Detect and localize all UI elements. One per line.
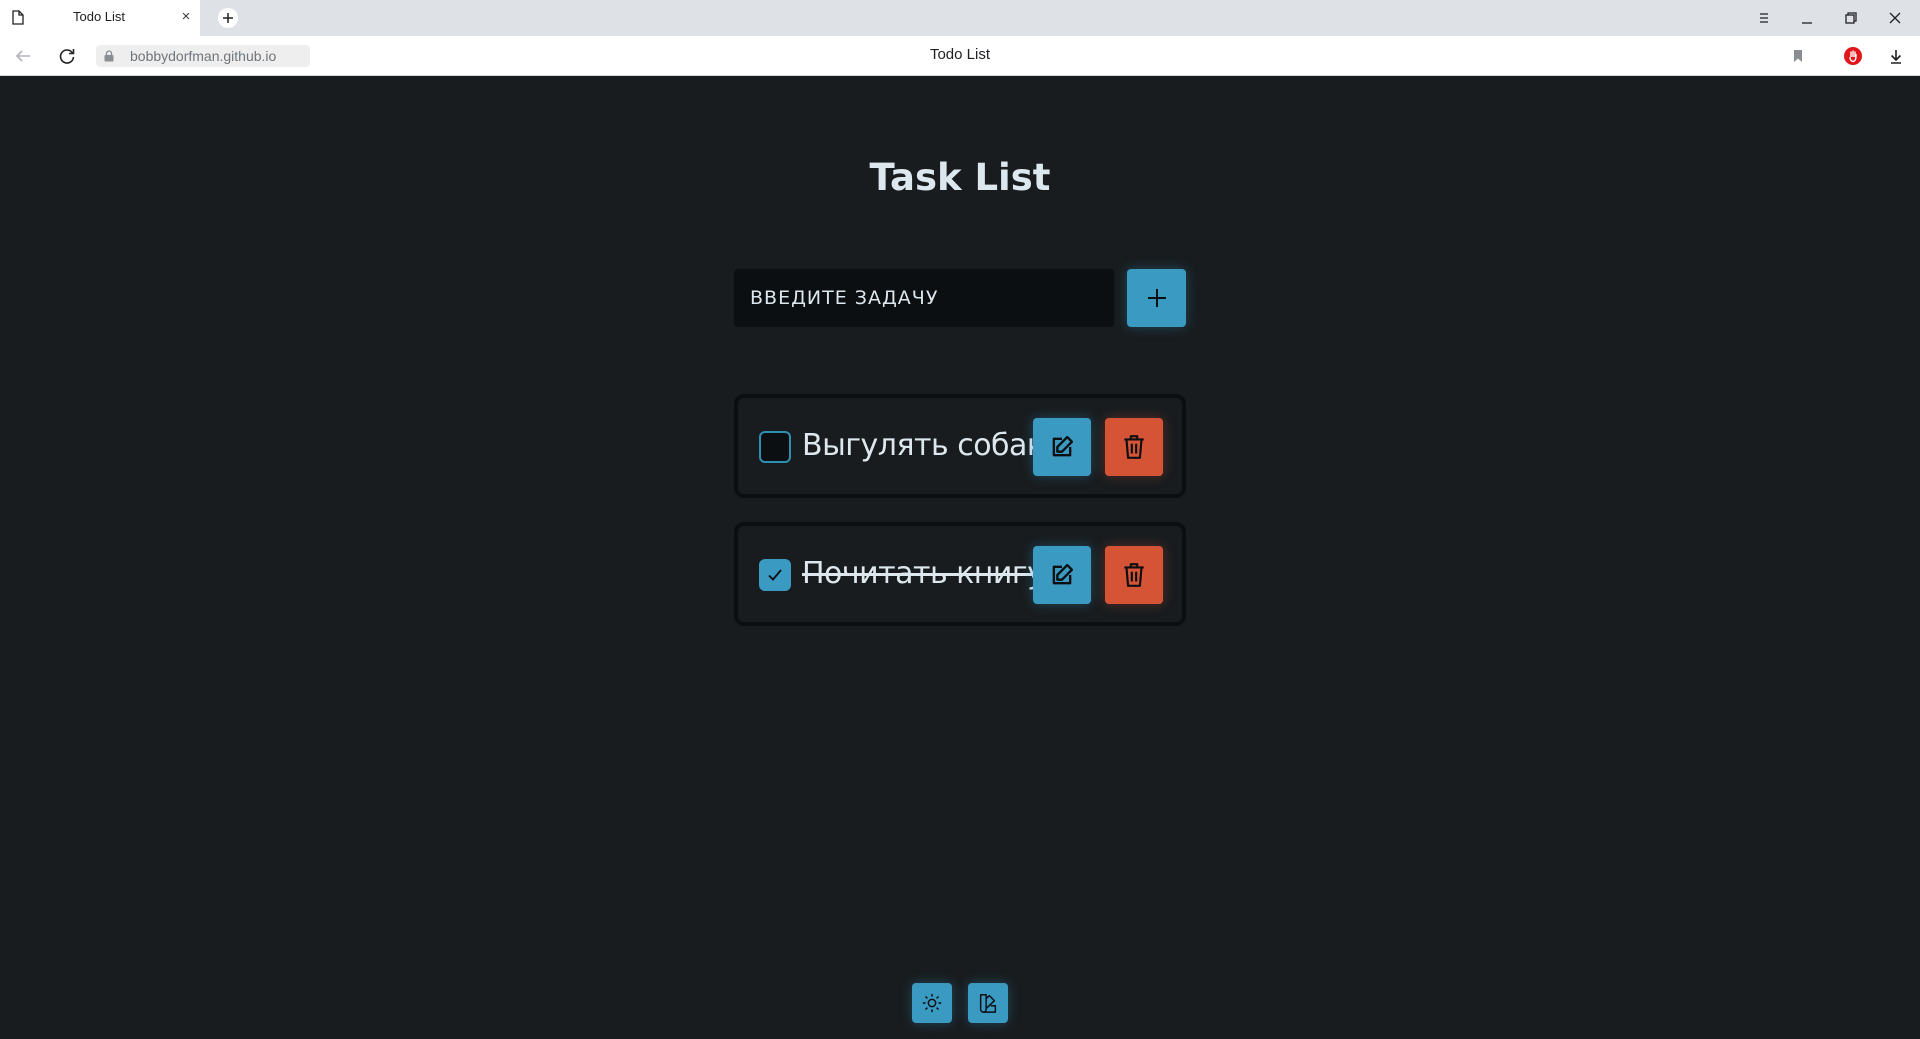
theme-toggle-button[interactable] [912, 983, 952, 1023]
palette-button[interactable] [968, 983, 1008, 1023]
minimize-icon[interactable] [1795, 6, 1819, 30]
task-checkbox[interactable] [759, 559, 791, 591]
task-input[interactable] [734, 269, 1114, 327]
edit-icon [1052, 435, 1074, 457]
menu-icon[interactable] [1752, 6, 1776, 30]
checkmark-icon [768, 569, 782, 581]
opera-adblock-icon[interactable] [1841, 44, 1865, 68]
tab-close-icon[interactable]: × [176, 7, 196, 27]
trash-icon [1124, 435, 1144, 459]
trash-icon [1124, 563, 1144, 587]
back-icon[interactable] [11, 44, 35, 68]
page-heading: Task List [869, 156, 1051, 199]
plus-icon [1147, 289, 1166, 307]
download-icon[interactable] [1884, 44, 1908, 68]
sun-icon [922, 993, 942, 1013]
task-text: Выгулять собаку [802, 428, 1062, 463]
add-task-button[interactable] [1127, 269, 1186, 327]
edit-task-button[interactable] [1033, 418, 1091, 476]
task-text: Почитать книгу [802, 556, 1045, 591]
reload-icon[interactable] [55, 44, 79, 68]
edit-task-button[interactable] [1033, 546, 1091, 604]
close-window-icon[interactable] [1883, 6, 1907, 30]
browser-tab-strip: Todo List × [0, 0, 1920, 36]
document-icon [12, 10, 24, 25]
url-text: bobbydorfman.github.io [130, 48, 277, 64]
app-page: Task List Выгулять собаку Почитать [0, 76, 1920, 1039]
task-item: Выгулять собаку [734, 394, 1186, 498]
palette-icon [979, 994, 997, 1013]
delete-task-button[interactable] [1105, 418, 1163, 476]
address-bar: bobbydorfman.github.io Todo List [0, 36, 1920, 76]
task-item: Почитать книгу [734, 522, 1186, 626]
tab-title: Todo List [73, 9, 126, 24]
bookmark-icon[interactable] [1786, 44, 1810, 68]
task-checkbox[interactable] [759, 431, 791, 463]
edit-icon [1052, 563, 1074, 585]
url-field[interactable]: bobbydorfman.github.io [96, 45, 310, 67]
restore-icon[interactable] [1839, 6, 1863, 30]
browser-tab[interactable]: Todo List × [0, 0, 200, 36]
delete-task-button[interactable] [1105, 546, 1163, 604]
new-tab-icon[interactable] [216, 6, 240, 30]
lock-icon [104, 50, 114, 62]
